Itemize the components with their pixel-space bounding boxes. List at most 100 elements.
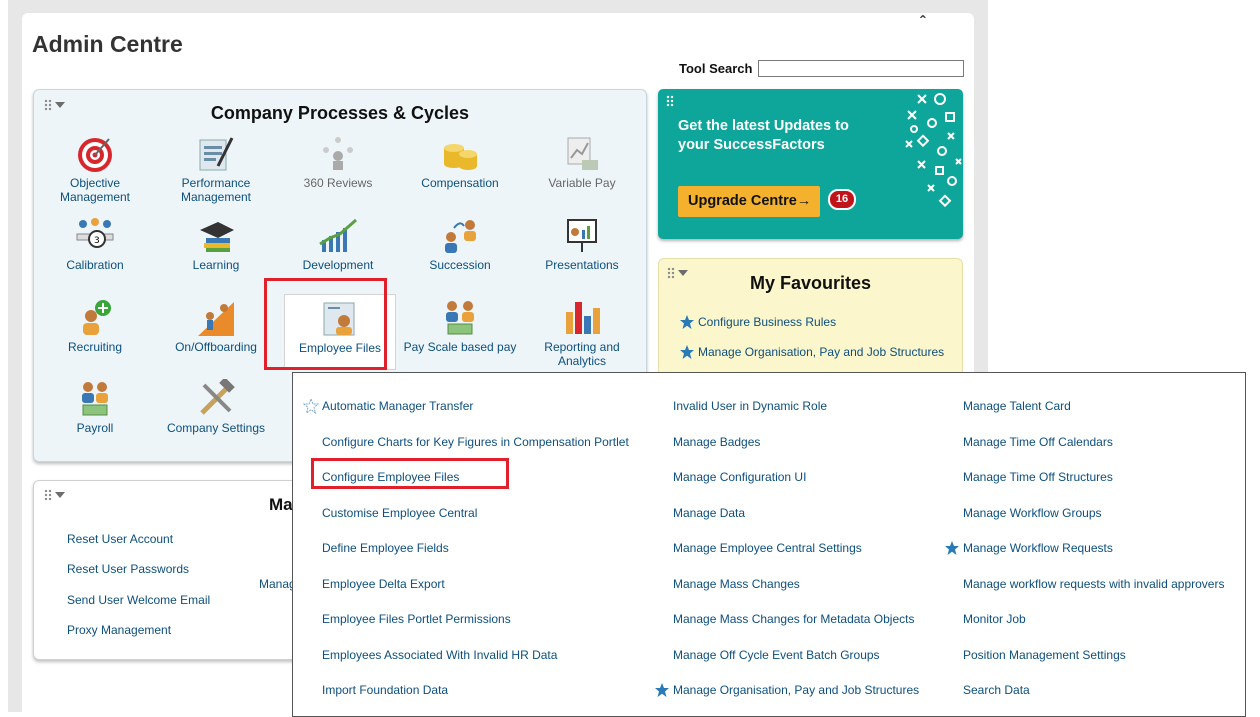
favourite-label: Configure Business Rules — [698, 315, 837, 329]
360-reviews-icon — [323, 137, 353, 170]
manage-link-partial[interactable]: Manag — [259, 577, 296, 591]
tool-search-input[interactable] — [758, 60, 964, 77]
star-icon[interactable] — [944, 540, 960, 556]
drag-grip-icon[interactable] — [44, 489, 52, 501]
tile-label: Variable Pay — [548, 176, 616, 190]
star-icon — [680, 315, 694, 329]
graduation-cap-icon — [200, 222, 234, 252]
tile-recruiting[interactable]: Recruiting — [35, 298, 155, 370]
tile-label: Succession — [429, 258, 491, 272]
recruiting-icon — [83, 300, 111, 335]
dropdown-arrow-icon[interactable] — [55, 492, 65, 498]
variable-pay-icon — [567, 137, 598, 170]
tools-icon — [200, 379, 235, 415]
star-outline-icon[interactable] — [303, 398, 319, 414]
coins-icon — [444, 144, 477, 170]
result-link[interactable]: Customise Employee Central — [322, 506, 477, 520]
result-link[interactable]: Manage Badges — [673, 435, 760, 449]
star-icon — [680, 345, 694, 359]
result-link[interactable]: Configure Charts for Key Figures in Comp… — [322, 435, 629, 449]
tile-presentations[interactable]: Presentations — [522, 216, 642, 288]
result-link[interactable]: Import Foundation Data — [322, 683, 448, 697]
result-link[interactable]: Manage Employee Central Settings — [673, 541, 862, 555]
tile-label: Development — [302, 258, 374, 272]
presentation-icon — [567, 219, 597, 252]
my-favourites-portlet: My Favourites Configure Business Rules M… — [658, 258, 963, 388]
manage-title: Ma — [269, 495, 293, 514]
tile-compensation[interactable]: Compensation — [400, 134, 520, 206]
tile-performance-management[interactable]: Performance Management — [156, 134, 276, 206]
result-link[interactable]: Employees Associated With Invalid HR Dat… — [322, 648, 557, 662]
upgrade-banner: Get the latest Updates to your SuccessFa… — [658, 89, 963, 239]
tile-360-reviews[interactable]: 360 Reviews — [278, 134, 398, 206]
result-link[interactable]: Position Management Settings — [963, 648, 1126, 662]
tile-learning[interactable]: Learning — [156, 216, 276, 288]
drag-grip-icon[interactable] — [666, 95, 674, 107]
tile-succession[interactable]: Succession — [400, 216, 520, 288]
result-link[interactable]: Define Employee Fields — [322, 541, 449, 555]
tile-label: Payroll — [76, 421, 114, 435]
proxy-management-link[interactable]: Proxy Management — [67, 623, 171, 637]
result-link[interactable]: Manage Configuration UI — [673, 470, 806, 484]
collapse-caret-icon[interactable]: ˆ — [920, 14, 925, 32]
result-link[interactable]: Invalid User in Dynamic Role — [673, 399, 827, 413]
tile-company-settings[interactable]: Company Settings — [156, 379, 276, 451]
result-automatic-manager-transfer[interactable]: Automatic Manager Transfer — [322, 399, 473, 413]
tile-calibration[interactable]: 3 Calibration — [35, 216, 155, 288]
tile-label: 360 Reviews — [303, 176, 373, 190]
result-link[interactable]: Manage Time Off Structures — [963, 470, 1113, 484]
page-title: Admin Centre — [32, 31, 183, 57]
result-link[interactable]: Manage Data — [673, 506, 745, 520]
svg-text:3: 3 — [94, 236, 100, 246]
processes-title: Company Processes & Cycles — [210, 103, 470, 123]
decorative-pattern-icon — [905, 93, 962, 208]
send-welcome-email-link[interactable]: Send User Welcome Email — [67, 593, 210, 607]
favourite-label: Manage Organisation, Pay and Job Structu… — [698, 345, 945, 359]
result-link[interactable]: Manage Organisation, Pay and Job Structu… — [673, 683, 919, 697]
result-link[interactable]: Manage Mass Changes for Metadata Objects — [673, 612, 914, 626]
result-link[interactable]: Manage Workflow Groups — [963, 506, 1102, 520]
tool-search-label: Tool Search — [679, 61, 753, 76]
tool-search-results: Automatic Manager Transfer Configure Cha… — [292, 372, 1246, 717]
result-link[interactable]: Manage Off Cycle Event Batch Groups — [673, 648, 880, 662]
result-link[interactable]: Monitor Job — [963, 612, 1026, 626]
favourite-item[interactable]: Manage Organisation, Pay and Job Structu… — [679, 344, 944, 360]
tile-objective-management[interactable]: Objective Management — [35, 134, 155, 206]
tile-reporting-analytics[interactable]: Reporting and Analytics — [522, 298, 642, 370]
employee-files-highlight — [264, 278, 387, 370]
tile-label: Calibration — [66, 258, 124, 272]
favourite-item[interactable]: Configure Business Rules — [679, 314, 836, 330]
arrow-right-icon: → — [796, 193, 812, 209]
tile-pay-scale[interactable]: Pay Scale based pay — [400, 298, 520, 370]
tile-label: Company Settings — [166, 421, 266, 435]
pay-scale-icon — [446, 301, 474, 335]
tile-payroll[interactable]: Payroll — [35, 379, 155, 451]
tile-on-offboarding[interactable]: On/Offboarding — [156, 298, 276, 370]
result-link[interactable]: Employee Files Portlet Permissions — [322, 612, 511, 626]
tile-variable-pay[interactable]: Variable Pay — [522, 134, 642, 206]
tile-label: Recruiting — [67, 340, 123, 354]
configure-employee-files-highlight — [311, 458, 509, 489]
portlet-handle[interactable] — [44, 489, 70, 501]
succession-icon — [445, 220, 476, 253]
reset-user-passwords-link[interactable]: Reset User Passwords — [67, 562, 189, 576]
result-link[interactable]: Employee Delta Export — [322, 577, 445, 591]
result-link[interactable]: Manage Workflow Requests — [963, 541, 1113, 555]
tile-label: Reporting and Analytics — [544, 340, 620, 368]
portlet-handle[interactable] — [666, 95, 692, 107]
upgrade-centre-label: Upgrade Centre — [688, 193, 797, 209]
reset-user-account-link[interactable]: Reset User Account — [67, 532, 173, 546]
performance-icon — [199, 137, 234, 171]
analytics-icon — [566, 302, 600, 334]
tile-label: Presentations — [545, 258, 619, 272]
result-link[interactable]: Manage Time Off Calendars — [963, 435, 1113, 449]
onboarding-icon — [198, 302, 234, 336]
development-chart-icon — [319, 218, 357, 252]
upgrade-centre-button[interactable]: Upgrade Centre→ — [678, 186, 820, 217]
result-link[interactable]: Manage Mass Changes — [673, 577, 800, 591]
star-icon[interactable] — [654, 682, 670, 698]
result-link[interactable]: Manage workflow requests with invalid ap… — [963, 577, 1224, 591]
result-link[interactable]: Search Data — [963, 683, 1030, 697]
payroll-icon — [82, 382, 108, 416]
result-link[interactable]: Manage Talent Card — [963, 399, 1071, 413]
